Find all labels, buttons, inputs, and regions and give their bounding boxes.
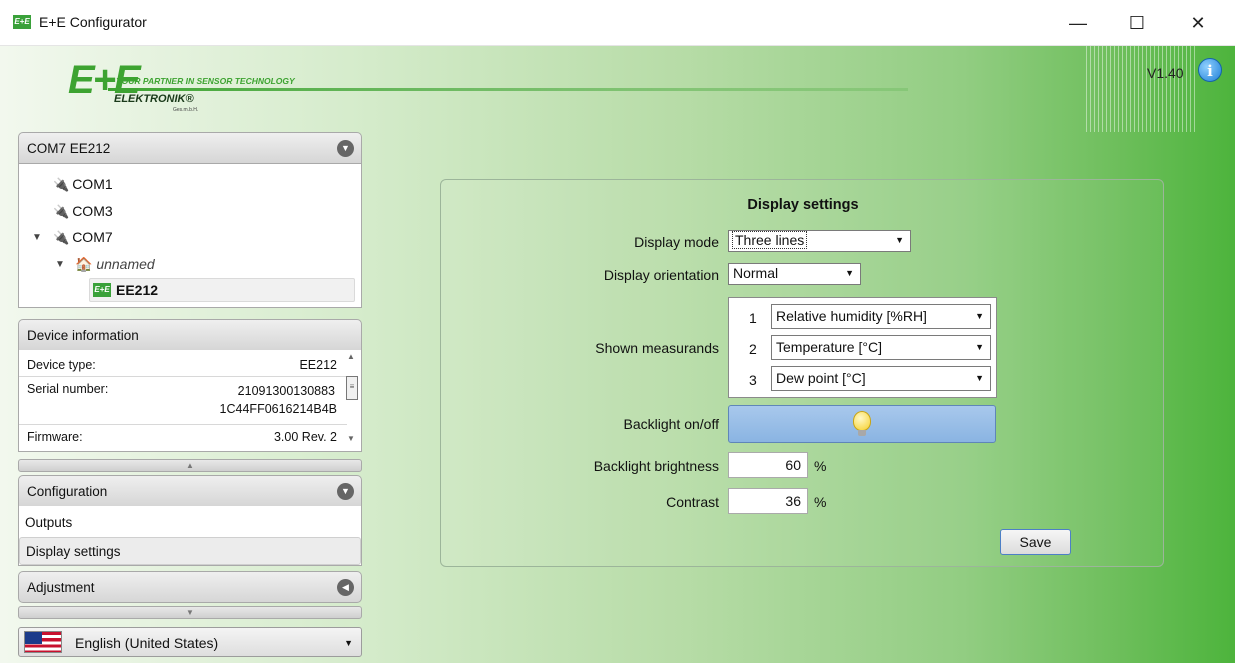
configuration-list: Outputs Display settings	[18, 506, 362, 566]
measurand-number: 1	[749, 310, 757, 326]
display-orientation-value: Normal	[733, 265, 779, 281]
language-value: English (United States)	[75, 635, 219, 651]
measurand-2-select[interactable]: Temperature [°C] ▼	[771, 335, 991, 360]
app-logo-icon: E+E	[13, 15, 31, 29]
device-info-panel: Device type: EE212 Serial number: 210913…	[18, 350, 362, 452]
panel-title: Display settings	[747, 197, 859, 213]
minimize-button[interactable]: —	[1058, 8, 1098, 38]
serial-number-value-1: 21091300130883	[237, 384, 335, 398]
device-info-scrollbar[interactable]: ▲ ≡ ▼	[345, 352, 359, 448]
ee-device-icon: E+E	[93, 283, 111, 297]
divider	[19, 424, 347, 425]
device-type-row: Device type: EE212	[27, 358, 337, 372]
contrast-label: Contrast	[666, 494, 719, 510]
logo-line	[108, 88, 908, 91]
collapse-icon[interactable]: ▼	[337, 483, 354, 500]
info-icon[interactable]: i	[1198, 58, 1222, 82]
measurand-number: 3	[749, 372, 757, 388]
chevron-down-icon: ▼	[845, 268, 854, 278]
language-select[interactable]: English (United States) ▼	[18, 627, 362, 657]
tree-item-network[interactable]: 🏠 unnamed	[75, 256, 155, 273]
adjustment-header-label: Adjustment	[27, 580, 95, 595]
close-button[interactable]: ✕	[1178, 8, 1218, 38]
chevron-down-icon: ▼	[975, 373, 984, 383]
backlight-brightness-input[interactable]: 60	[728, 452, 808, 478]
title-bar: E+E E+E Configurator — ☐ ✕	[0, 0, 1235, 46]
tree-item-com7[interactable]: 🔌 COM7	[53, 229, 113, 246]
percent-unit: %	[814, 494, 827, 510]
ee-logo: E+E YOUR PARTNER IN SENSOR TECHNOLOGY EL…	[68, 58, 908, 118]
device-info-header-label: Device information	[27, 328, 139, 343]
percent-unit: %	[814, 458, 827, 474]
barcode-decoration	[1086, 46, 1198, 132]
chevron-down-icon: ▼	[895, 235, 904, 245]
plug-icon: 🔌	[53, 177, 70, 192]
logo-slogan: YOUR PARTNER IN SENSOR TECHNOLOGY	[116, 76, 295, 86]
serial-number-row: Serial number: 21091300130883 1C44FF0616…	[27, 382, 337, 416]
light-bulb-icon	[853, 411, 871, 436]
display-mode-select[interactable]: Three lines ▼	[728, 230, 911, 252]
measurand-number: 2	[749, 341, 757, 357]
connection-header[interactable]: COM7 EE212 ▼	[18, 132, 362, 164]
splitter-up[interactable]: ▲	[18, 459, 362, 472]
plug-icon: 🔌	[53, 230, 70, 245]
chevron-down-icon: ▼	[344, 638, 353, 648]
app-content: E+E YOUR PARTNER IN SENSOR TECHNOLOGY EL…	[0, 46, 1235, 663]
backlight-label: Backlight on/off	[623, 416, 719, 432]
window-title: E+E Configurator	[39, 14, 147, 30]
device-name: EE212	[116, 282, 159, 298]
version-label: V1.40	[1147, 65, 1184, 81]
config-item-outputs[interactable]: Outputs	[19, 509, 361, 537]
logo-company-suffix: Ges.m.b.H.	[173, 107, 199, 113]
connection-header-label: COM7 EE212	[27, 141, 111, 156]
device-type-value: EE212	[299, 358, 337, 372]
save-button[interactable]: Save	[1000, 529, 1071, 555]
measurand-1-select[interactable]: Relative humidity [%RH] ▼	[771, 304, 991, 329]
chevron-down-icon: ▼	[975, 342, 984, 352]
tree-item-com3[interactable]: 🔌 COM3	[53, 203, 113, 220]
expand-left-icon[interactable]: ◀	[337, 579, 354, 596]
divider	[19, 376, 347, 377]
contrast-input[interactable]: 36	[728, 488, 808, 514]
shown-measurands-label: Shown measurands	[595, 340, 719, 356]
configuration-header[interactable]: Configuration ▼	[18, 475, 362, 507]
logo-company: ELEKTRONIK®	[114, 93, 194, 105]
expand-arrow-icon[interactable]: ▼	[32, 232, 42, 243]
scroll-thumb[interactable]: ≡	[346, 376, 358, 400]
connection-tree: 🔌 COM1 🔌 COM3 ▼ 🔌 COM7 ▼ 🏠 unnamed E+E EE21…	[18, 164, 362, 308]
display-orientation-label: Display orientation	[603, 267, 719, 283]
display-mode-value: Three lines	[731, 231, 808, 249]
display-settings-panel: Display settings Display mode Three line…	[440, 179, 1164, 567]
house-icon: 🏠	[75, 256, 93, 272]
firmware-row: Firmware: 3.00 Rev. 2	[27, 430, 337, 444]
display-mode-label: Display mode	[634, 234, 719, 250]
backlight-brightness-label: Backlight brightness	[593, 458, 719, 474]
backlight-toggle-button[interactable]	[728, 405, 996, 443]
measurands-box: 1 Relative humidity [%RH] ▼ 2 Temperatur…	[728, 297, 997, 398]
serial-number-value-2: 1C44FF0616214B4B	[219, 402, 337, 416]
tree-item-com1[interactable]: 🔌 COM1	[53, 176, 113, 193]
scroll-up-icon[interactable]: ▲	[347, 352, 355, 361]
us-flag-icon	[24, 631, 62, 653]
measurand-3-select[interactable]: Dew point [°C] ▼	[771, 366, 991, 391]
chevron-down-icon: ▼	[975, 311, 984, 321]
tree-item-device[interactable]: E+E EE212	[89, 278, 355, 302]
plug-icon: 🔌	[53, 204, 70, 219]
splitter-down[interactable]: ▼	[18, 606, 362, 619]
expand-arrow-icon[interactable]: ▼	[55, 259, 65, 270]
display-orientation-select[interactable]: Normal ▼	[728, 263, 861, 285]
adjustment-header[interactable]: Adjustment ◀	[18, 571, 362, 603]
firmware-value: 3.00 Rev. 2	[273, 430, 337, 444]
device-info-header[interactable]: Device information	[18, 319, 362, 351]
scroll-down-icon[interactable]: ▼	[347, 434, 355, 443]
collapse-icon[interactable]: ▼	[337, 140, 354, 157]
maximize-button[interactable]: ☐	[1117, 8, 1157, 38]
configuration-header-label: Configuration	[27, 484, 108, 499]
config-item-display-settings[interactable]: Display settings	[19, 537, 361, 565]
